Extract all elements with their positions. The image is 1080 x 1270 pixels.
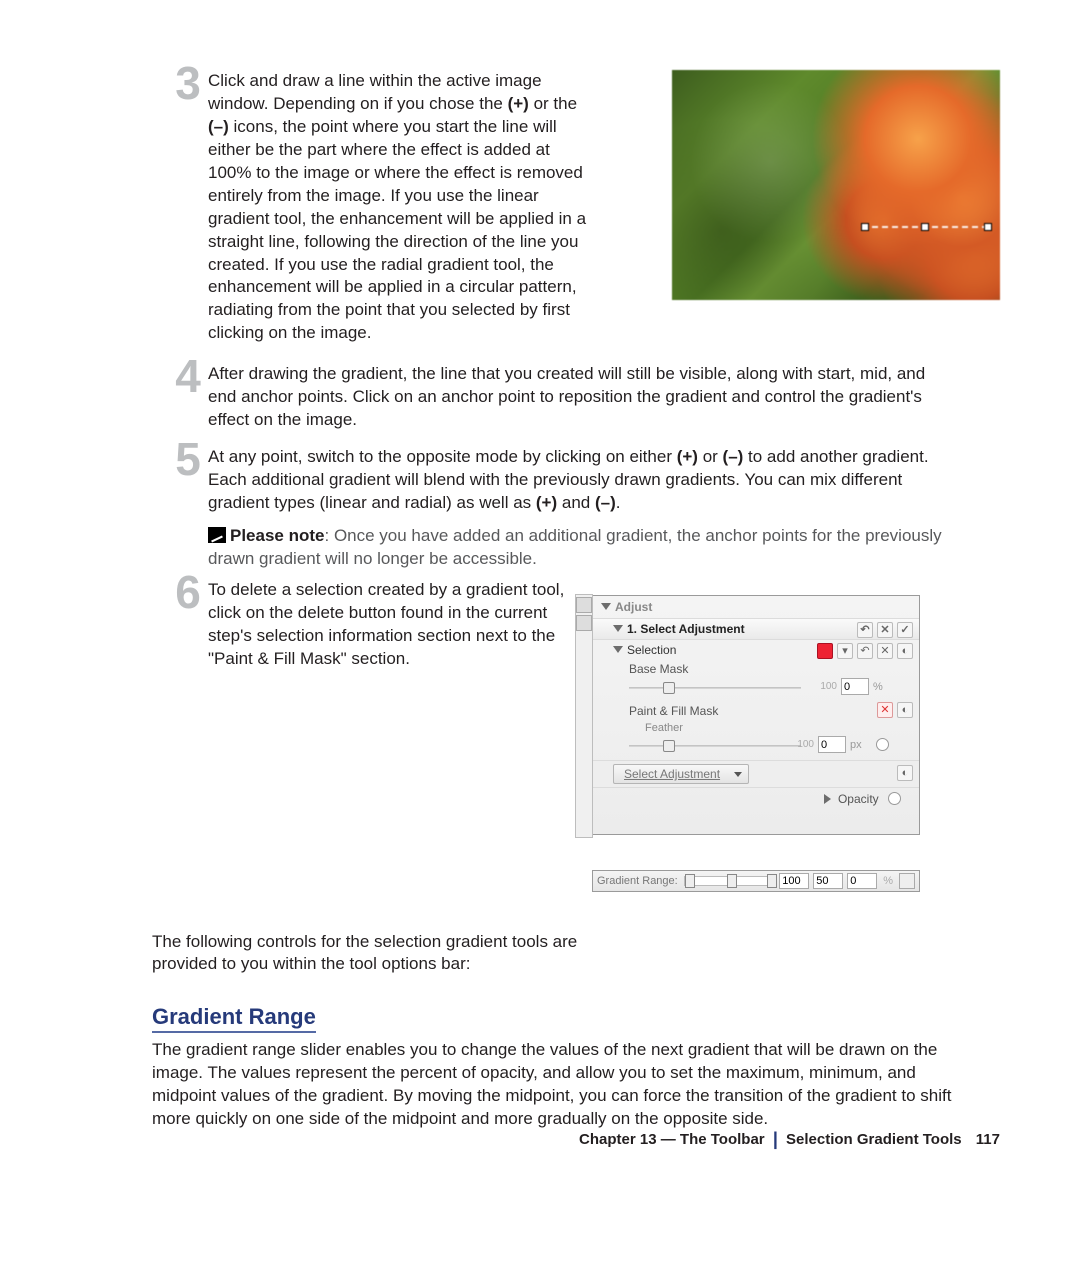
slider-thumb[interactable] [663,682,675,694]
note-block: Please note: Once you have added an addi… [208,525,948,571]
txt: or [698,447,723,466]
adjust-panel: Adjust 1. Select Adjustment ↶ ✕ ✓ Select… [592,595,920,835]
unit-label: % [873,681,889,693]
gradient-range-label: Gradient Range: [597,875,678,887]
plus-symbol: (+) [508,94,529,113]
step-number: 5 [168,436,208,482]
row-label: Selection [627,643,676,657]
txt: . [616,493,621,512]
feather-slider[interactable] [629,740,801,752]
note-label: Please note [230,526,325,545]
select-adjustment-dropdown[interactable]: Select Adjustment [613,764,749,784]
base-mask-value: 100 % [820,678,889,695]
following-text: The following controls for the selection… [152,931,592,977]
pencil-icon [208,527,226,543]
footer-page-number: 117 [976,1131,1000,1148]
minus-symbol: (–) [595,493,616,512]
slider-scale: 100 [820,681,837,692]
step-3: 3 Click and draw a line within the activ… [80,70,1000,345]
unit-label: px [850,739,866,751]
chevron-down-icon [613,625,623,632]
select-adjustment-dropdown-row: Select Adjustment ◐ [593,760,919,787]
footer-chapter: Chapter 13 — The Toolbar [579,1131,765,1148]
chevron-down-icon [613,646,623,653]
gradient-thumb-min[interactable] [685,874,695,888]
gradient-range-slider[interactable] [684,876,776,886]
undo-icon[interactable]: ↶ [857,622,873,638]
toggle-icon[interactable]: ◐ [897,702,913,718]
radio-icon[interactable] [888,792,901,805]
dropdown-icon[interactable]: ▾ [837,643,853,659]
check-icon[interactable]: ✓ [897,622,913,638]
row-label: Paint & Fill Mask [629,704,718,718]
step-5: 5 At any point, switch to the opposite m… [80,446,1000,515]
step-number: 4 [168,353,208,399]
step-5-text: At any point, switch to the opposite mod… [208,446,948,515]
mask-color-swatch[interactable] [817,643,833,659]
paint-fill-row: Paint & Fill Mask ✕ ◐ [593,702,919,720]
opacity-row[interactable]: Opacity [593,787,919,810]
gradient-min-input[interactable] [847,873,877,889]
plus-symbol: (+) [677,447,698,466]
plus-symbol: (+) [536,493,557,512]
options-end-button[interactable] [899,873,915,889]
gradient-range-heading: Gradient Range [152,1004,316,1033]
txt: icons, the point where you start the lin… [208,117,586,342]
txt: and [557,493,595,512]
base-mask-label: Base Mask [593,660,919,678]
panel-toolstrip [575,594,593,838]
step-4-text: After drawing the gradient, the line tha… [208,363,948,432]
txt: At any point, switch to the opposite mod… [208,447,677,466]
feather-input[interactable] [818,736,846,753]
radio-icon[interactable] [876,738,889,751]
chevron-right-icon [824,794,831,804]
slider-track [629,687,801,689]
toggle-icon[interactable]: ◐ [897,765,913,781]
feather-value: 100 px [797,736,889,753]
step-number: 3 [168,60,208,106]
base-mask-slider[interactable] [629,682,801,694]
step-3-text: Click and draw a line within the active … [208,70,588,345]
panel-title: Adjust [615,600,652,614]
select-adjustment-row[interactable]: 1. Select Adjustment ↶ ✕ ✓ [593,618,919,639]
footer-divider: | [769,1129,782,1149]
row-label: 1. Select Adjustment [627,622,745,636]
gradient-thumb-mid[interactable] [727,874,737,888]
selection-row[interactable]: Selection ▾ ↶ ✕ ◐ [593,639,919,660]
tool-options-bar: Gradient Range: % [592,870,920,892]
close-icon[interactable]: ✕ [877,622,893,638]
gradient-thumb-max[interactable] [767,874,777,888]
slider-scale: 100 [797,739,814,750]
step-6-text: To delete a selection created by a gradi… [208,579,588,671]
gradient-range-description: The gradient range slider enables you to… [152,1039,952,1131]
toggle-icon[interactable]: ◐ [897,643,913,659]
feather-label: Feather [593,720,919,736]
txt: Click and draw a line within the active … [208,71,542,113]
undo-icon[interactable]: ↶ [857,643,873,659]
step-4: 4 After drawing the gradient, the line t… [80,363,1000,432]
minus-symbol: (–) [723,447,744,466]
slider-thumb[interactable] [663,740,675,752]
opacity-label: Opacity [838,792,879,806]
txt: or the [529,94,577,113]
footer-section: Selection Gradient Tools [786,1131,962,1148]
minus-symbol: (–) [208,117,229,136]
gradient-mid-input[interactable] [813,873,843,889]
panel-header[interactable]: Adjust [593,596,919,618]
toolstrip-button[interactable] [576,597,592,613]
delete-icon[interactable]: ✕ [877,702,893,718]
close-icon[interactable]: ✕ [877,643,893,659]
page-footer: Chapter 13 — The Toolbar | Selection Gra… [579,1129,1000,1150]
toolstrip-button[interactable] [576,615,592,631]
slider-track [629,745,801,747]
base-mask-input[interactable] [841,678,869,695]
step-number: 6 [168,569,208,615]
percent-label: % [881,875,895,887]
chevron-down-icon [601,603,611,610]
gradient-max-input[interactable] [779,873,809,889]
